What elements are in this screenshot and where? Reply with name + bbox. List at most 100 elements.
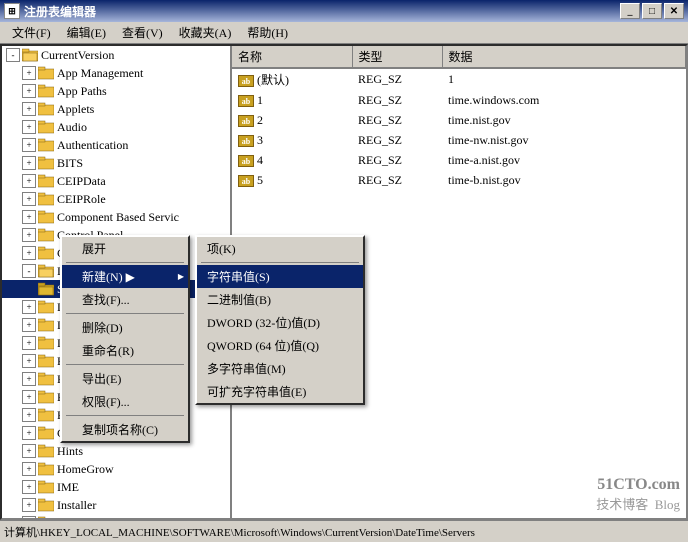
expand-icon: + [22, 138, 36, 152]
folder-closed-icon [38, 408, 54, 422]
submenu-key[interactable]: 项(K) [197, 237, 363, 260]
tree-label: Authentication [57, 138, 128, 153]
minimize-button[interactable]: _ [620, 3, 640, 19]
watermark-blog: Blog [655, 497, 680, 512]
expand-icon: + [22, 444, 36, 458]
view-menu[interactable]: 查看(V) [114, 22, 171, 43]
table-row[interactable]: ab5 REG_SZ time-b.nist.gov [232, 171, 686, 191]
expand-icon: + [22, 66, 36, 80]
maximize-button[interactable]: □ [642, 3, 662, 19]
folder-closed-icon [38, 120, 54, 134]
file-menu[interactable]: 文件(F) [4, 22, 59, 43]
close-button[interactable]: ✕ [664, 3, 684, 19]
registry-table: 名称 类型 数据 ab(默认) REG_SZ 1 ab1 REG_SZ time… [232, 46, 686, 191]
reg-data: 1 [442, 68, 686, 91]
edit-menu[interactable]: 编辑(E) [59, 22, 114, 43]
expand-icon: + [22, 462, 36, 476]
submenu-multistring[interactable]: 多字符串值(M) [197, 357, 363, 380]
ctx-separator [66, 313, 184, 314]
ctx-rename[interactable]: 重命名(R) [62, 339, 188, 362]
watermark: 51CTO.com 技术博客 Blog [596, 476, 680, 513]
folder-closed-icon [38, 174, 54, 188]
reg-name: ab3 [232, 131, 352, 151]
reg-type-icon: ab [238, 155, 254, 167]
tree-item-componentbasedservic[interactable]: + Component Based Servic [2, 208, 230, 226]
expand-icon: + [22, 372, 36, 386]
tree-item-apppaths[interactable]: + App Paths [2, 82, 230, 100]
tree-item-installer[interactable]: + Installer [2, 496, 230, 514]
tree-item-ceipdata[interactable]: + CEIPData [2, 172, 230, 190]
col-name[interactable]: 名称 [232, 46, 352, 68]
submenu-qword[interactable]: QWORD (64 位)值(Q) [197, 334, 363, 357]
tree-item-ceiprole[interactable]: + CEIPRole [2, 190, 230, 208]
folder-open-icon [22, 48, 38, 62]
submenu-expandstring[interactable]: 可扩充字符串值(E) [197, 380, 363, 403]
tree-item-homegrow[interactable]: + HomeGrow [2, 460, 230, 478]
ctx-copy-name[interactable]: 复制项名称(C) [62, 418, 188, 441]
ctx-new[interactable]: 新建(N) ▶ [62, 265, 188, 288]
folder-closed-icon [38, 66, 54, 80]
table-row[interactable]: ab4 REG_SZ time-a.nist.gov [232, 151, 686, 171]
table-row[interactable]: ab1 REG_SZ time.windows.com [232, 91, 686, 111]
tree-label: Installer [57, 498, 96, 513]
table-row[interactable]: ab(默认) REG_SZ 1 [232, 68, 686, 91]
window-title: 注册表编辑器 [24, 3, 96, 20]
folder-closed-icon [38, 228, 54, 242]
reg-data: time-a.nist.gov [442, 151, 686, 171]
folder-closed-icon [38, 390, 54, 404]
folder-closed-icon [38, 426, 54, 440]
ctx-delete[interactable]: 删除(D) [62, 316, 188, 339]
tree-item-currentversion[interactable]: - CurrentVersion [2, 46, 230, 64]
reg-data: time-b.nist.gov [442, 171, 686, 191]
col-type[interactable]: 类型 [352, 46, 442, 68]
col-data[interactable]: 数据 [442, 46, 686, 68]
watermark-subtitle-text: 技术博客 [596, 497, 648, 512]
expand-icon: + [22, 480, 36, 494]
expand-icon: - [6, 48, 20, 62]
menu-bar: 文件(F) 编辑(E) 查看(V) 收藏夹(A) 帮助(H) [0, 22, 688, 44]
tree-label: Audio [57, 120, 87, 135]
folder-closed-icon [38, 444, 54, 458]
submenu-binary[interactable]: 二进制值(B) [197, 288, 363, 311]
ctx-separator [66, 262, 184, 263]
reg-data: time.nist.gov [442, 111, 686, 131]
expand-icon: + [22, 336, 36, 350]
tree-item-authentication[interactable]: + Authentication [2, 136, 230, 154]
tree-label: HomeGrow [57, 462, 114, 477]
submenu-string[interactable]: 字符串值(S) [197, 265, 363, 288]
table-row[interactable]: ab2 REG_SZ time.nist.gov [232, 111, 686, 131]
tree-item-appmanagement[interactable]: + App Management [2, 64, 230, 82]
tree-item-hints[interactable]: + Hints [2, 442, 230, 460]
tree-item-applets[interactable]: + Applets [2, 100, 230, 118]
ctx-export[interactable]: 导出(E) [62, 367, 188, 390]
tree-item-bits[interactable]: + BITS [2, 154, 230, 172]
folder-closed-icon [38, 516, 54, 518]
expand-icon: + [22, 246, 36, 260]
tree-item-audio[interactable]: + Audio [2, 118, 230, 136]
tree-label: App Management [57, 66, 143, 81]
reg-type: REG_SZ [352, 131, 442, 151]
table-row[interactable]: ab3 REG_SZ time-nw.nist.gov [232, 131, 686, 151]
tree-item-internetsettings[interactable]: + Internet Settings [2, 514, 230, 518]
submenu-dword[interactable]: DWORD (32-位)值(D) [197, 311, 363, 334]
context-menu: 展开 新建(N) ▶ 查找(F)... 删除(D) 重命名(R) 导出(E) 权… [60, 235, 190, 443]
folder-closed-icon [38, 102, 54, 116]
folder-closed-icon [38, 462, 54, 476]
title-bar: ⊞ 注册表编辑器 _ □ ✕ [0, 0, 688, 22]
reg-type-icon: ab [238, 175, 254, 187]
help-menu[interactable]: 帮助(H) [239, 22, 296, 43]
tree-label: App Paths [57, 84, 107, 99]
reg-type: REG_SZ [352, 111, 442, 131]
tree-label: Hints [57, 444, 83, 459]
tree-label: Component Based Servic [57, 210, 179, 225]
tree-label: BITS [57, 156, 83, 171]
reg-name: ab(默认) [232, 68, 352, 91]
ctx-permissions[interactable]: 权限(F)... [62, 390, 188, 413]
ctx-find[interactable]: 查找(F)... [62, 288, 188, 311]
expand-icon: + [22, 192, 36, 206]
ctx-expand[interactable]: 展开 [62, 237, 188, 260]
favorites-menu[interactable]: 收藏夹(A) [171, 22, 240, 43]
window-controls[interactable]: _ □ ✕ [620, 3, 684, 19]
folder-closed-icon [38, 480, 54, 494]
tree-item-ime[interactable]: + IME [2, 478, 230, 496]
